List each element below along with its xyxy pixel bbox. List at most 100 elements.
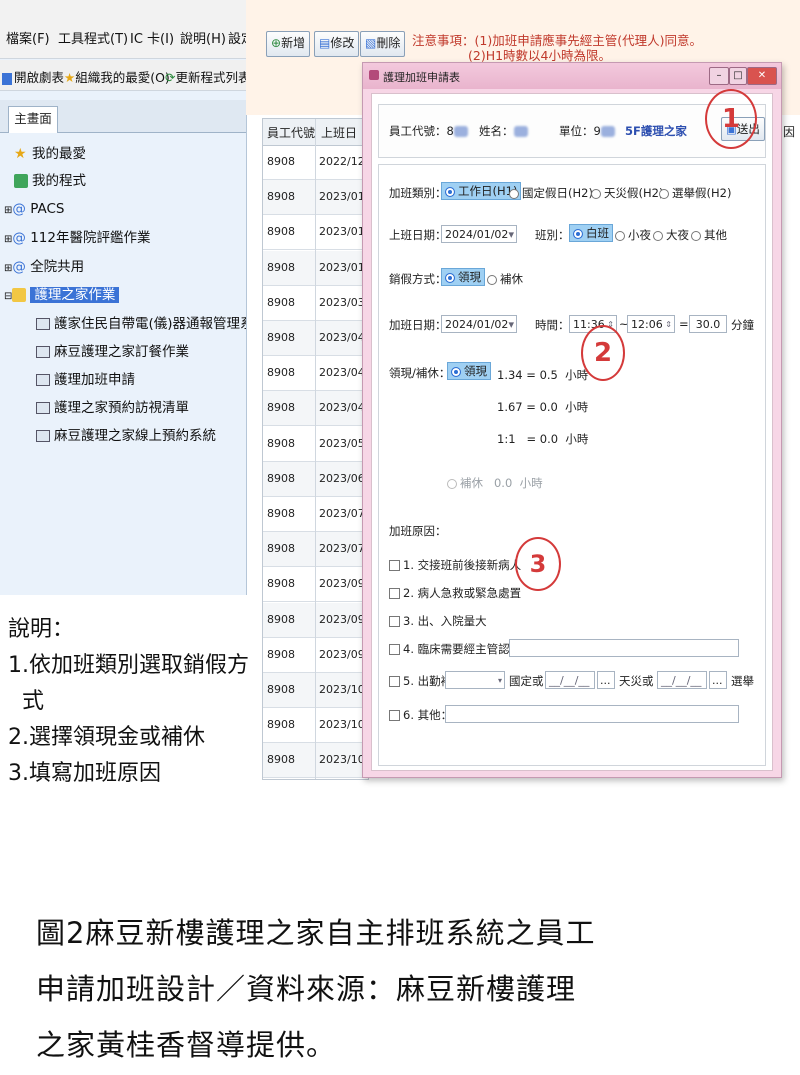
refresh-icon: ⟳ [165,70,176,85]
time-to-input[interactable]: 12:06 ⇕ [627,315,675,333]
window-icon [36,402,50,414]
radio-icon [691,230,701,241]
form-panel: 加班類別： 工作日(H1) 國定假日(H2) 天災假(H2) 選舉假(H2) 上… [378,164,766,766]
maximize-button[interactable]: □ [729,67,747,85]
cell-employee-id: 8908 [267,331,295,344]
unit-name: 5F護理之家 [625,124,687,138]
instruction-notes: 說明： 1.依加班類別選取銷假方 式 2.選擇領現金或補休 3.填寫加班原因 [8,612,249,792]
disaster-date-input[interactable]: __/__/__ [657,671,707,689]
menu-settings[interactable]: 設定 [228,28,246,47]
reason-4-input[interactable] [509,639,739,657]
left-navigation-panel: 檔案(F) 工具程式(T) IC 卡(I) 說明(H) 設定 開啟劇表 ★組織我… [0,0,247,595]
add-button[interactable]: ⊕新增 [266,31,311,57]
tree-item-my-programs[interactable]: 我的程式 [14,170,86,192]
menu-tools[interactable]: 工具程式(T) [58,28,128,47]
overtime-application-dialog: 護理加班申請表 – □ ✕ 員工代號：8 姓名： 單位：9 5F護理之家 ▣送出… [362,62,782,778]
caption-line-3: 之家黃桂香督導提供。 [36,1028,337,1062]
column-divider [315,119,316,779]
shift-option-day[interactable]: 白班 [569,224,613,242]
payout-label: 領現/補休： [389,366,451,380]
national-date-input[interactable]: __/__/__ [545,671,595,689]
overtime-date-picker[interactable]: 2024/01/02 ▾ [441,315,517,333]
tree-item-visit-list[interactable]: 護理之家預約訪視清單 [36,397,189,419]
payout-option-cash[interactable]: 領現 [447,362,491,380]
menu-ic-card[interactable]: IC 卡(I) [130,28,174,47]
tree-item-favorites[interactable]: ★ 我的最愛 [14,143,86,165]
shift-option-evening[interactable]: 小夜 [615,227,651,243]
edit-icon: ▤ [319,36,331,50]
tree-item-overtime-apply[interactable]: 護理加班申請 [36,369,135,391]
menu-file[interactable]: 檔案(F) [6,28,50,47]
equals-sign: = [679,317,689,331]
reason-checkbox-5[interactable]: 5. 出勤補 [389,673,452,689]
edit-button[interactable]: ▤修改 [314,31,360,57]
minutes-unit: 分鐘 [731,318,754,332]
reason-5-election: 選舉 [731,674,754,688]
tree-item-nursing-home[interactable]: ⊟ 護理之家作業 [4,284,120,306]
reason-checkbox-3[interactable]: 3. 出、入院量大 [389,613,487,629]
radio-icon [451,366,461,377]
work-date-picker[interactable]: 2024/01/02 ▾ [441,225,517,243]
tab-main[interactable]: 主畫面 [8,106,58,133]
reason-checkbox-2[interactable]: 2. 病人急救或緊急處置 [389,585,521,601]
overtime-date-label: 加班日期： [389,318,447,332]
window-icon [36,374,50,386]
organize-favorites-button[interactable]: ★組織我的最愛(O) [64,67,170,86]
window-icon [36,318,50,330]
employee-id-label: 員工代號：8 [389,123,468,139]
national-date-picker-button[interactable]: ... [597,671,615,689]
comp-time-option[interactable]: 補休 0.0 小時 [447,475,543,491]
reason-checkbox-6[interactable]: 6. 其他： [389,707,452,723]
tree-item-shared[interactable]: ⊞@ 全院共用 [4,256,84,278]
cell-employee-id: 8908 [267,190,295,204]
col-header-work-date[interactable]: 上班日 [321,124,357,141]
leave-option-comp-time[interactable]: 補休 [487,271,523,287]
cell-employee-id: 8908 [267,577,295,591]
radio-icon [659,188,669,199]
marker-2: 2 [581,325,625,381]
tree-item-evaluation[interactable]: ⊞@ 112年醫院評鑑作業 [4,227,150,249]
other-reason-input[interactable] [445,705,739,723]
tree-item-device-report[interactable]: 護家住民自帶電(儀)器通報管理系統 [36,313,246,335]
minimize-button[interactable]: – [709,67,729,85]
col-header-employee-id[interactable]: 員工代號 [267,124,315,141]
reason-checkbox-4[interactable]: 4. 臨床需要經主管認可 [389,641,521,657]
cell-employee-id: 8908 [267,718,295,732]
tree-item-pacs[interactable]: ⊞@ PACS [4,198,64,220]
tree-item-online-booking[interactable]: 麻豆護理之家線上預約系統 [36,425,216,447]
shift-option-night[interactable]: 大夜 [653,227,689,243]
cell-employee-id: 8908 [267,401,295,415]
shift-option-other[interactable]: 其他 [691,227,727,243]
reason-checkbox-1[interactable]: 1. 交接班前後接新病人 [389,557,521,573]
delete-button[interactable]: ▧刪除 [360,31,406,57]
overtime-type-label: 加班類別： [389,186,447,200]
collapse-icon: ⊟ [4,291,13,302]
type-option-national-holiday[interactable]: 國定假日(H2) [509,185,593,201]
shift-label: 班別： [535,228,570,242]
type-option-election-leave[interactable]: 選舉假(H2) [659,185,731,201]
refresh-list-button[interactable]: ⟳更新程式列表 [165,67,246,86]
type-option-disaster-leave[interactable]: 天災假(H2) [591,185,663,201]
tree-item-meal-order[interactable]: 麻豆護理之家訂餐作業 [36,341,189,363]
close-button[interactable]: ✕ [747,67,777,85]
cell-employee-id: 8908 [267,683,295,696]
disaster-date-picker-button[interactable]: ... [709,671,727,689]
col-header-reason[interactable]: 因 [783,123,795,140]
dialog-title: 護理加班申請表 [383,71,460,84]
attendance-dropdown[interactable]: ▾ [445,671,505,689]
notes-line-2: 2.選擇領現金或補休 [8,725,205,750]
radio-icon [445,272,455,283]
cell-employee-id: 8908 [267,612,295,626]
leave-option-cash[interactable]: 領現 [441,268,485,286]
radio-icon [573,228,583,239]
group-icon: @ [12,259,26,275]
close-icon: ✕ [757,70,767,81]
open-report-button[interactable]: 開啟劇表 [2,67,64,86]
checkbox-icon [389,616,400,627]
tab-bar: 主畫面 [0,100,246,133]
programs-icon [14,174,28,188]
dialog-title-bar[interactable]: 護理加班申請表 – □ ✕ [363,63,781,89]
cell-employee-id: 8908 [267,647,295,661]
star-icon: ★ [64,70,76,85]
menu-help[interactable]: 說明(H) [180,28,226,47]
